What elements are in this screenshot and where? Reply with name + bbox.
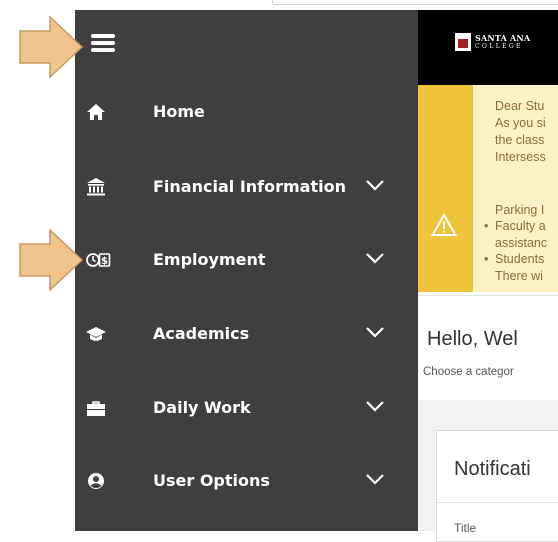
chevron-down-icon[interactable] <box>365 178 385 192</box>
clock-dollar-icon: $ <box>86 253 111 267</box>
briefcase-icon <box>87 401 105 416</box>
column-header-title[interactable]: Title <box>454 521 476 535</box>
sidebar-item-employment[interactable]: $ Employment <box>75 237 418 283</box>
home-icon <box>87 104 105 120</box>
sidebar-item-home[interactable]: Home <box>75 89 418 135</box>
alert-text-line: As you si <box>495 116 546 130</box>
chevron-down-icon[interactable] <box>365 399 385 413</box>
chevron-down-icon[interactable] <box>365 472 385 486</box>
hamburger-menu-icon[interactable] <box>91 33 115 53</box>
address-bar-edge <box>272 0 558 5</box>
alert-text-line: Dear Stu <box>495 99 545 113</box>
alert-bullet-marker: • <box>484 219 489 233</box>
sidebar-item-label: Home <box>153 102 205 121</box>
sidebar-item-daily-work[interactable]: Daily Work <box>75 385 418 431</box>
sidebar-item-label: User Options <box>153 471 270 490</box>
alert-text-line: There wi <box>495 269 543 283</box>
browser-top-strip <box>0 0 558 10</box>
sidebar-item-label: Daily Work <box>153 398 251 417</box>
sidebar-item-user-options[interactable]: User Options <box>75 458 418 504</box>
logo-line1: SANTA ANA <box>475 33 531 43</box>
college-seal-icon <box>455 33 471 51</box>
bank-icon <box>87 178 105 196</box>
alert-banner: Dear Stu As you si the class Intersess P… <box>418 85 558 292</box>
sidebar-item-academics[interactable]: Academics <box>75 311 418 357</box>
page-title: Hello, Wel <box>427 328 518 350</box>
top-header: SANTA ANA COLLEGE <box>418 10 558 85</box>
graduation-cap-icon <box>86 327 106 341</box>
sidebar-item-financial-information[interactable]: Financial Information <box>75 164 418 210</box>
alert-text-line: assistanc <box>495 236 548 250</box>
logo-line2: COLLEGE <box>475 43 523 50</box>
svg-text:$: $ <box>101 256 108 267</box>
divider <box>437 502 558 503</box>
user-icon <box>88 473 104 489</box>
chevron-down-icon[interactable] <box>365 325 385 339</box>
alert-text-line: Intersess <box>495 150 546 164</box>
notifications-card: Notificati Title <box>436 430 558 542</box>
alert-strip <box>418 85 473 292</box>
sidebar-item-label: Financial Information <box>153 177 346 196</box>
card-title: Notificati <box>454 458 531 480</box>
warning-icon <box>431 213 457 236</box>
page-subtitle: Choose a categor <box>423 366 514 378</box>
sidebar-nav: Home Financial Information $ Employment <box>75 10 418 531</box>
annotation-arrow-icon <box>19 15 84 79</box>
sidebar-item-label: Academics <box>153 324 250 343</box>
annotation-arrow-icon <box>19 228 84 292</box>
chevron-down-icon[interactable] <box>365 251 385 265</box>
divider <box>418 295 558 296</box>
alert-text-line: Students <box>495 252 545 266</box>
alert-text-line: the class <box>495 133 545 147</box>
alert-text-line: Parking I <box>495 203 545 217</box>
sidebar-item-label: Employment <box>153 250 266 269</box>
alert-text-line: Faculty a <box>495 219 546 233</box>
alert-bullet-marker: • <box>484 252 489 266</box>
